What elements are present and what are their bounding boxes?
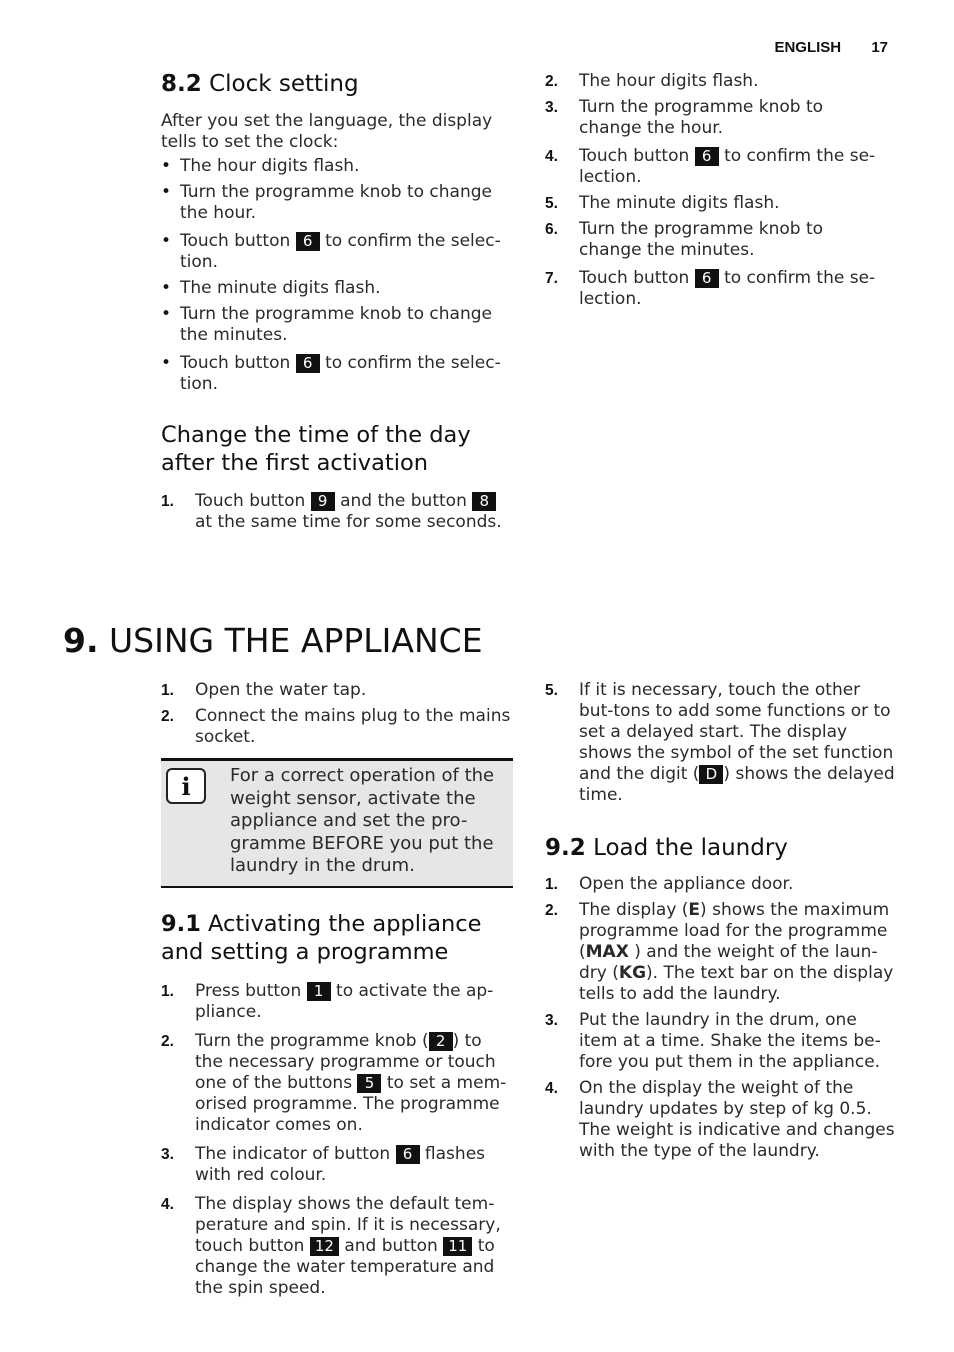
clock-setting-section: 8.2 Clock setting After you set the lang… [161,70,513,538]
button-key: 1 [306,981,331,1001]
list-item: 4. On the display the weight of the laund… [545,1078,895,1161]
using-right-column: 5. If it is necessary, touch the other bu… [545,680,897,1167]
list-item: Touch button 6 to confirm the selec-tion… [161,231,513,273]
list-item: 1. Open the water tap. [161,680,367,700]
list-item: Turn the programme knob to change the mi… [161,304,513,346]
section-heading-load-laundry: 9.2 Load the laundry [545,835,788,861]
list-item: 2. Turn the programme knob (2) to the nec… [161,1030,507,1135]
list-item: 1. Open the appliance door. [545,874,794,894]
page-header: ENGLISH 17 [774,39,888,56]
info-icon: i [166,768,206,804]
clock-steps-continued: 2. The hour digits flash. 3. Turn the prog… [545,71,890,315]
page-number: 17 [871,39,888,56]
list-item: 2. The hour digits flash. [545,71,759,91]
button-key: 6 [694,147,719,166]
language-label: ENGLISH [774,39,842,56]
using-left-column: 1. Open the water tap. 2. Connect the main… [161,680,513,1304]
section-heading-clock-setting: 8.2 Clock setting [161,71,359,97]
list-item: 1. Touch button 9 and the button 8 at the… [161,491,502,532]
activating-steps: 1. Press button 1 to activate the ap-plia… [161,981,513,1299]
button-key: 9 [310,492,335,511]
subheading-change-time: Change the time of the day after the fir… [161,422,471,476]
info-note-box: i For a correct operation of the weight … [161,758,513,888]
list-item: 1. Press button 1 to activate the ap-plia… [161,980,494,1022]
chapter-title: 9. USING THE APPLIANCE [63,621,483,660]
button-key: 6 [694,269,719,288]
list-item: 3. Put the laundry in the drum, one item … [545,1010,881,1072]
button-key: 6 [395,1144,420,1164]
clock-intro: After you set the language, the display … [161,111,493,152]
list-item: 7. Touch button 6 to confirm the se-lecti… [545,268,876,309]
load-laundry-steps: 1. Open the appliance door. 2. The display… [545,874,897,1162]
list-item: 4. Touch button 6 to confirm the se-lecti… [545,146,876,187]
list-item: Turn the programme knob to change the ho… [161,182,513,224]
list-item: 4. The display shows the default tem-pera… [161,1193,501,1298]
change-time-steps: 1. Touch button 9 and the button 8 at the… [161,491,513,533]
list-item: 2. Connect the mains plug to the mains so… [161,706,511,747]
list-item: The minute digits flash. [161,278,513,299]
button-key: 12 [309,1236,339,1256]
list-item: 3. Turn the programme knob to change the … [545,97,824,138]
button-key: 6 [295,354,320,373]
list-item: The hour digits flash. [161,156,513,177]
button-key: 11 [443,1236,473,1256]
button-key: 8 [472,492,497,511]
button-key: 6 [295,232,320,251]
button-key: 2 [428,1031,453,1051]
list-item: 3. The indicator of button 6 flashes with… [161,1143,486,1185]
section-heading-activating: 9.1 Activating the appliance and setting… [161,910,482,965]
list-item: 6. Turn the programme knob to change the … [545,219,824,260]
list-item: 5. If it is necessary, touch the other bu… [545,680,895,805]
list-item: Touch button 6 to confirm the selec-tion… [161,353,513,395]
list-item: 2. The display (E) shows the maximum prog… [545,900,894,1004]
list-item: 5. The minute digits flash. [545,193,780,213]
button-key: D [699,765,724,784]
clock-bullet-list: The hour digits flash. Turn the programm… [161,156,513,395]
info-note-text: For a correct operation of the weight se… [230,765,495,876]
button-key: 5 [357,1073,382,1093]
